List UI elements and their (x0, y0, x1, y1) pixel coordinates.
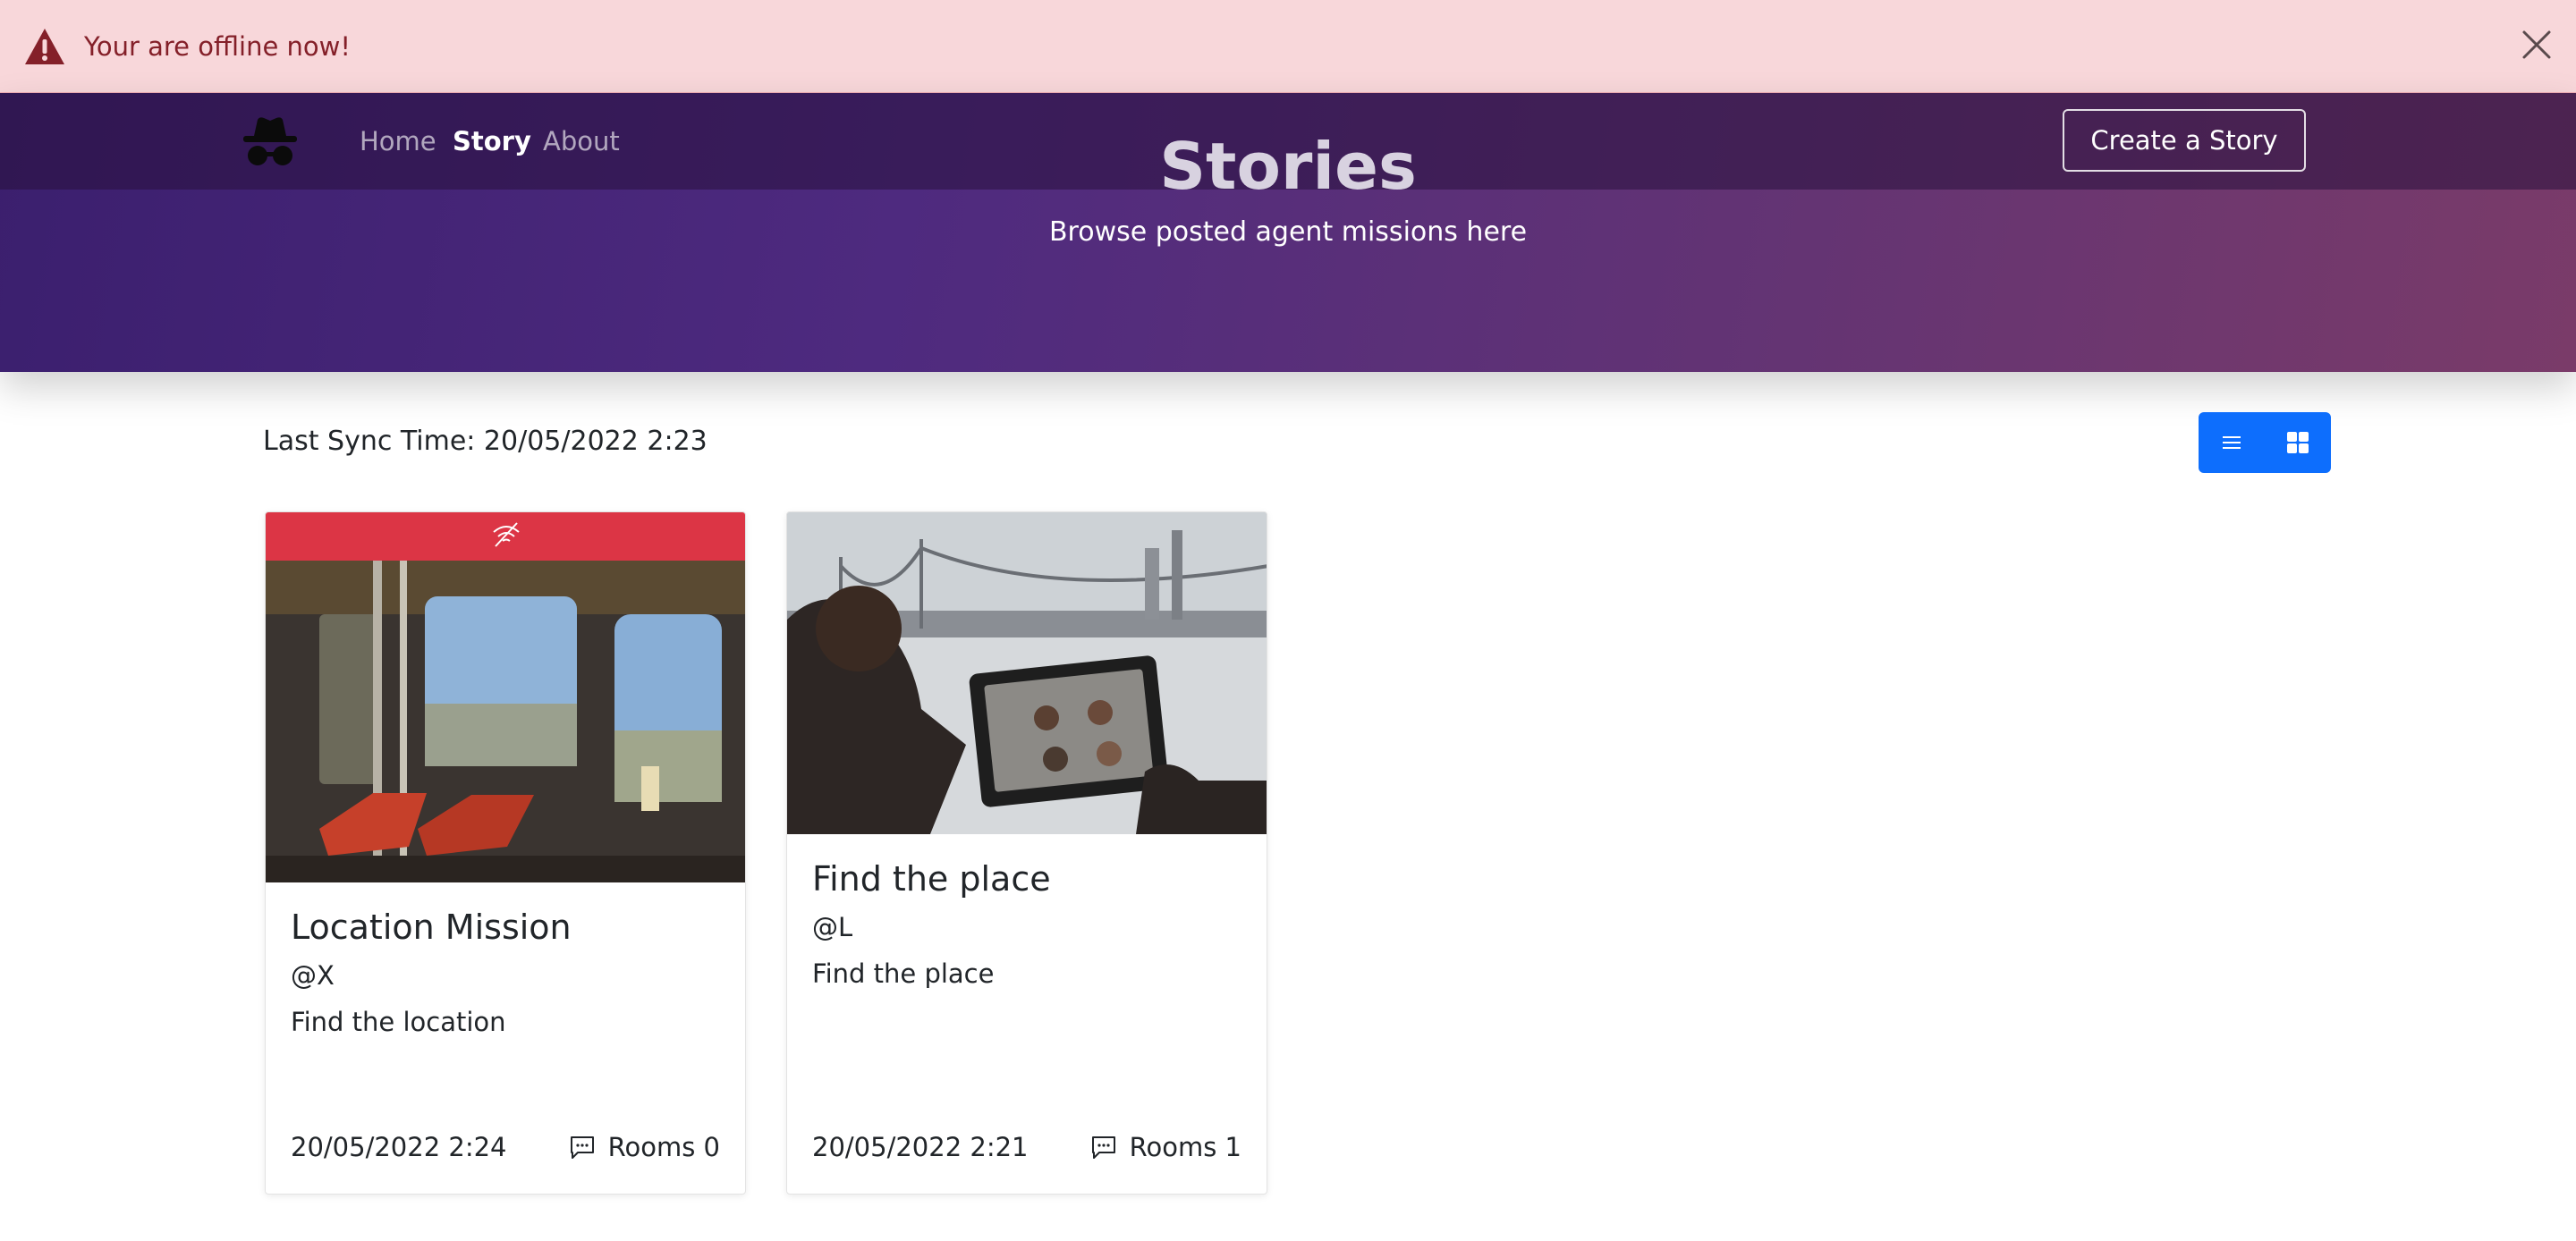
list-view-icon[interactable] (2199, 412, 2265, 473)
warning-triangle-icon (23, 27, 66, 66)
tablet-video-call-photo (787, 512, 1267, 834)
card-description: Find the place (812, 958, 995, 989)
story-card[interactable]: Find the place @L Find the place 20/05/2… (786, 511, 1267, 1195)
page-subtitle: Browse posted agent missions here (1048, 216, 1528, 248)
grid-view-icon[interactable] (2265, 412, 2331, 473)
offline-alert-message: Your are offline now! (84, 31, 351, 62)
last-sync-time: Last Sync Time: 20/05/2022 2:23 (263, 426, 708, 457)
view-toggle (2199, 412, 2331, 473)
card-title[interactable]: Location Mission (291, 904, 572, 950)
card-date: 20/05/2022 2:24 (291, 1132, 507, 1162)
offline-alert: Your are offline now! (0, 0, 2576, 93)
card-rooms: Rooms 0 (569, 1129, 720, 1165)
chat-bubble-icon (569, 1135, 596, 1160)
card-description: Find the location (291, 1007, 506, 1037)
hero-banner: Home Story About Create a Story Stories … (0, 93, 2576, 372)
card-title[interactable]: Find the place (812, 856, 1051, 902)
story-card[interactable]: Location Mission @X Find the location 20… (265, 511, 746, 1195)
offline-signal-icon (490, 521, 522, 552)
chat-bubble-icon (1090, 1135, 1117, 1160)
page-title: Stories (1159, 129, 1417, 204)
offline-badge (266, 512, 745, 561)
card-rooms-label: Rooms 0 (607, 1132, 720, 1162)
close-icon[interactable] (2519, 27, 2555, 63)
card-rooms-label: Rooms 1 (1129, 1132, 1241, 1162)
card-author: @X (291, 960, 335, 991)
card-rooms: Rooms 1 (1090, 1129, 1241, 1165)
card-date: 20/05/2022 2:21 (812, 1132, 1029, 1162)
card-author: @L (812, 912, 853, 942)
train-interior-photo (266, 561, 745, 882)
